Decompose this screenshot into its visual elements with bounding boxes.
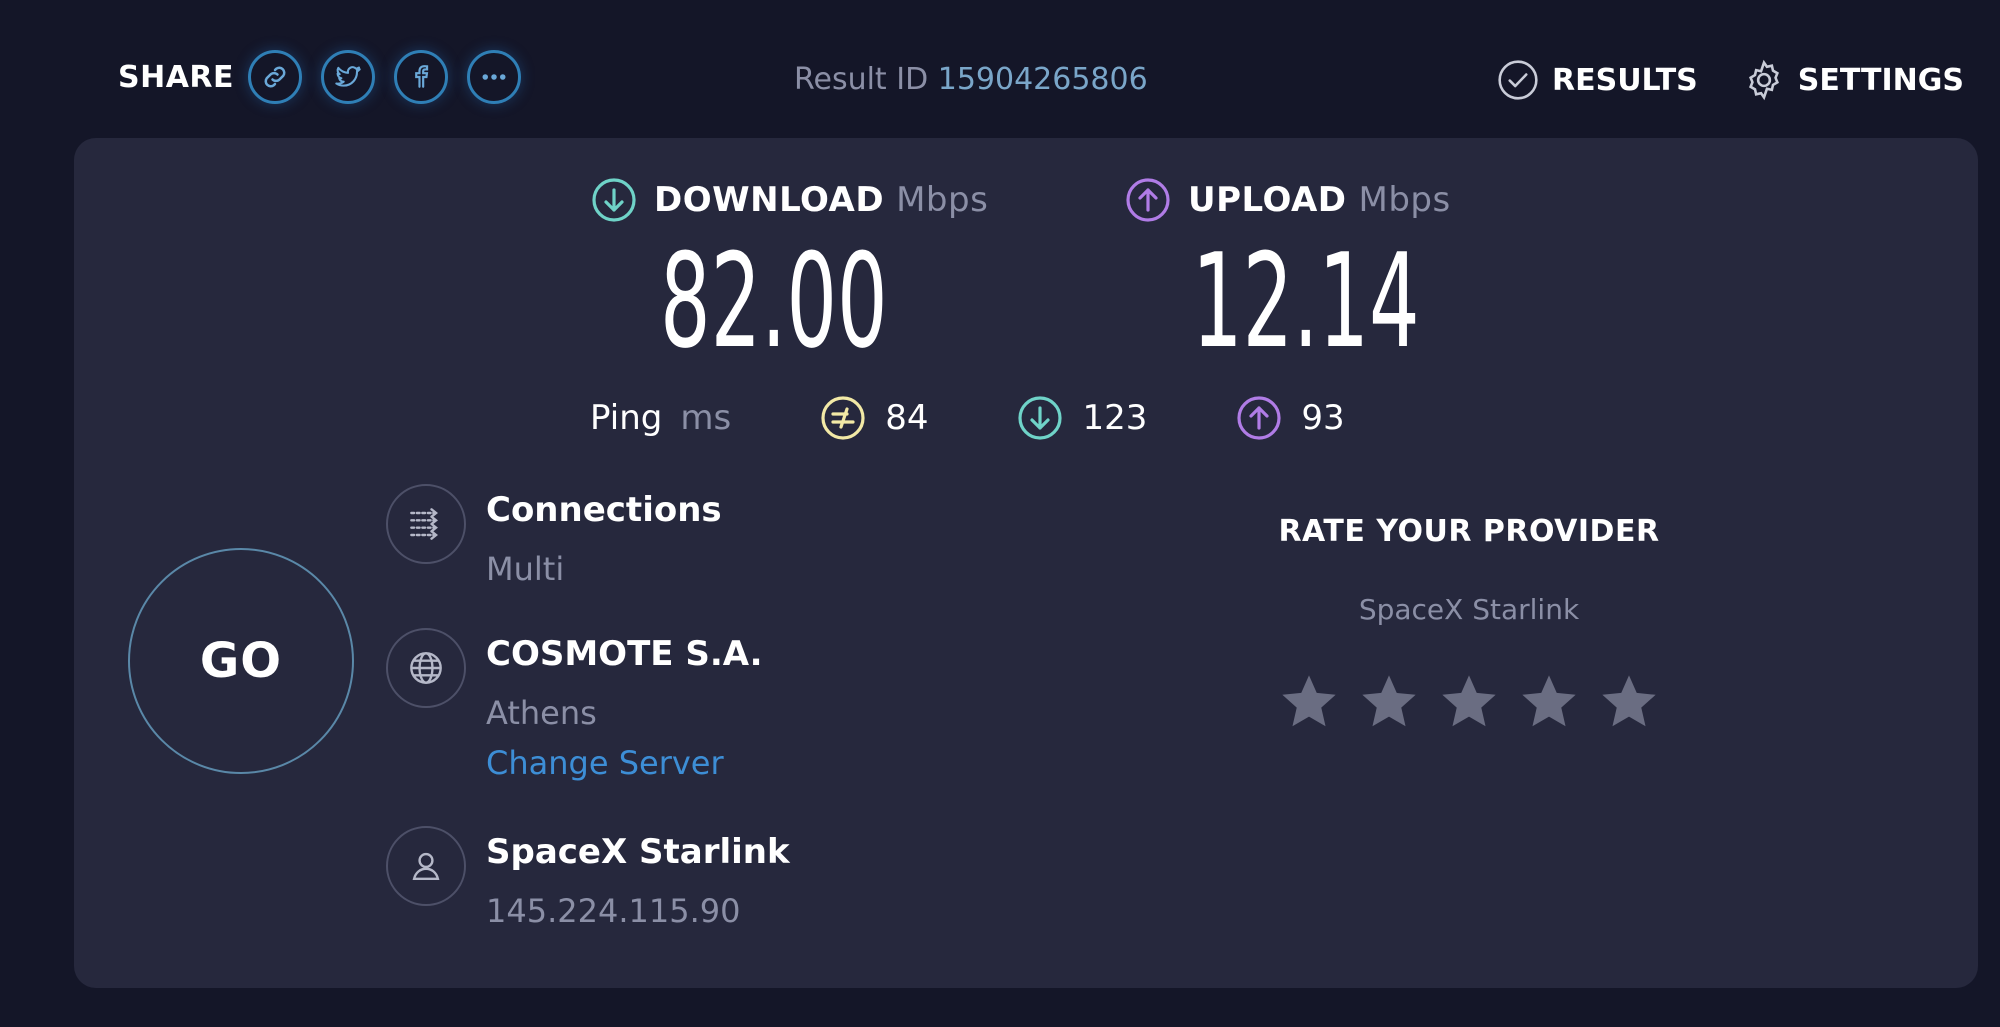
ping-idle-value: 84 bbox=[885, 398, 929, 438]
server-location: Athens bbox=[486, 694, 597, 732]
upload-value: 12.14 bbox=[1192, 225, 1420, 377]
upload-label: UPLOAD bbox=[1188, 180, 1347, 220]
client-isp: SpaceX Starlink bbox=[486, 832, 790, 872]
result-id: Result ID 15904265806 bbox=[794, 62, 1148, 97]
ping-unit: ms bbox=[680, 398, 732, 438]
globe-icon bbox=[410, 652, 442, 684]
upload-unit: Mbps bbox=[1358, 180, 1451, 220]
share-bar: SHARE bbox=[118, 50, 540, 104]
rate-title: RATE YOUR PROVIDER bbox=[1278, 514, 1660, 549]
ping-label: Ping bbox=[590, 398, 663, 438]
change-server-link[interactable]: Change Server bbox=[486, 744, 763, 782]
ping-upload: 93 bbox=[1235, 394, 1345, 442]
share-label: SHARE bbox=[118, 59, 235, 95]
results-button[interactable]: RESULTS bbox=[1496, 58, 1698, 102]
download-value: 82.00 bbox=[660, 225, 888, 377]
settings-button[interactable]: SETTINGS bbox=[1742, 58, 1964, 102]
twitter-icon bbox=[335, 66, 361, 87]
rating-stars bbox=[1254, 670, 1684, 734]
server-name: COSMOTE S.A. bbox=[486, 634, 763, 674]
connections-value: Multi bbox=[486, 550, 565, 588]
download-label: DOWNLOAD bbox=[654, 180, 885, 220]
star-4-icon[interactable] bbox=[1516, 670, 1582, 734]
share-facebook-button[interactable] bbox=[394, 50, 449, 104]
results-label: RESULTS bbox=[1552, 62, 1698, 98]
client-info: SpaceX Starlink 145.224.115.90 bbox=[386, 826, 790, 930]
user-icon-wrap bbox=[386, 826, 466, 906]
top-nav: RESULTS SETTINGS bbox=[1452, 58, 1964, 102]
connections-info: Connections Multi bbox=[386, 484, 722, 588]
star-3-icon[interactable] bbox=[1436, 670, 1502, 734]
client-ip: 145.224.115.90 bbox=[486, 892, 741, 930]
rate-provider-name: SpaceX Starlink bbox=[1358, 593, 1580, 626]
globe-icon-wrap bbox=[386, 628, 466, 708]
link-icon bbox=[264, 66, 286, 88]
upload-arrow-icon bbox=[1126, 178, 1170, 222]
connections-icon bbox=[410, 508, 438, 540]
ping-upload-value: 93 bbox=[1301, 398, 1345, 438]
ping-download-value: 123 bbox=[1082, 398, 1148, 438]
share-more-button[interactable] bbox=[467, 50, 522, 104]
star-2-icon[interactable] bbox=[1356, 670, 1422, 734]
download-arrow-icon bbox=[592, 178, 636, 222]
top-bar: SHARE Result ID 15904265806 RESULTS SETT… bbox=[0, 0, 2000, 140]
facebook-icon bbox=[415, 65, 429, 88]
ping-download: 123 bbox=[1016, 394, 1147, 442]
star-1-icon[interactable] bbox=[1276, 670, 1342, 734]
server-info: COSMOTE S.A. Athens Change Server bbox=[386, 628, 763, 782]
connections-title: Connections bbox=[486, 490, 722, 530]
more-icon bbox=[482, 74, 506, 80]
star-5-icon[interactable] bbox=[1596, 670, 1662, 734]
check-circle-icon bbox=[1498, 60, 1538, 100]
download-unit: Mbps bbox=[896, 180, 989, 220]
rate-provider: RATE YOUR PROVIDER SpaceX Starlink bbox=[1254, 514, 1684, 734]
result-panel: DOWNLOAD Mbps 82.00 UPLOAD Mbps 12.14 Pi… bbox=[74, 138, 1978, 988]
upload-latency-icon bbox=[1237, 396, 1281, 440]
result-id-link[interactable]: 15904265806 bbox=[938, 62, 1148, 97]
connections-icon-wrap bbox=[386, 484, 466, 564]
ping-row: Ping ms 84 123 93 bbox=[590, 394, 1433, 442]
result-id-label: Result ID bbox=[794, 62, 929, 97]
upload-metric: UPLOAD Mbps 12.14 bbox=[1124, 176, 1527, 366]
idle-latency-icon bbox=[821, 396, 865, 440]
ping-idle: 84 bbox=[819, 394, 928, 442]
user-icon bbox=[412, 852, 440, 881]
gear-icon bbox=[1748, 59, 1779, 101]
download-metric: DOWNLOAD Mbps 82.00 bbox=[590, 176, 995, 366]
share-link-button[interactable] bbox=[248, 50, 303, 104]
go-button[interactable]: GO bbox=[128, 548, 354, 774]
download-latency-icon bbox=[1018, 396, 1063, 440]
settings-label: SETTINGS bbox=[1797, 62, 1964, 98]
share-twitter-button[interactable] bbox=[321, 50, 376, 104]
